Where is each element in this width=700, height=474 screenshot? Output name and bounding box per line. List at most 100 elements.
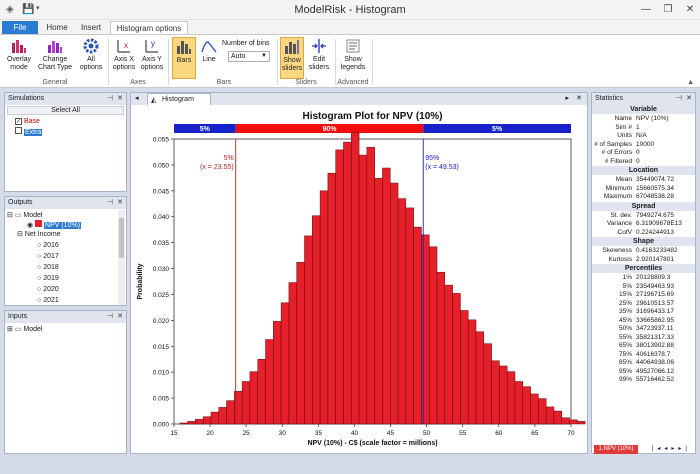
outputs-title: Outputs bbox=[8, 199, 33, 206]
tree-node-year[interactable]: ○ 2021 bbox=[37, 296, 59, 305]
checkbox-unchecked[interactable] bbox=[15, 127, 22, 134]
tree-node-inputs-model[interactable]: ⊞ ▭ Model bbox=[7, 325, 42, 334]
close-icon[interactable]: ✕ bbox=[117, 311, 123, 323]
upper-slider-percent: 95% bbox=[425, 155, 439, 162]
show-legends-button[interactable]: Show legends bbox=[338, 37, 368, 79]
stats-key: Maximum bbox=[603, 193, 632, 200]
close-icon[interactable]: ✕ bbox=[117, 197, 123, 209]
tab-histogram-options[interactable]: Histogram options bbox=[110, 21, 188, 34]
tree-node-year[interactable]: ○ 2020 bbox=[37, 285, 59, 294]
histogram-bar bbox=[382, 167, 391, 425]
histogram-bar bbox=[413, 226, 422, 425]
show-sliders-label: Show sliders bbox=[281, 57, 303, 72]
histogram-bar bbox=[312, 215, 321, 425]
pin-icon[interactable]: ⊣ bbox=[107, 93, 113, 105]
x-tick-label: 50 bbox=[423, 430, 431, 437]
tab-insert[interactable]: Insert bbox=[76, 21, 106, 34]
x-tick-label: 60 bbox=[495, 430, 503, 437]
edit-sliders-button[interactable]: Edit sliders bbox=[306, 37, 332, 79]
statistics-output-tab[interactable]: 1.NPV (10%) bbox=[594, 445, 638, 454]
x-tick-label: 15 bbox=[170, 430, 178, 437]
number-of-bins-value: Auto bbox=[231, 53, 246, 60]
tab-histogram-label: Histogram bbox=[162, 96, 194, 103]
checkbox-checked[interactable]: ✓ bbox=[15, 118, 22, 125]
axis-x-icon: x bbox=[117, 40, 130, 53]
tree-node-year[interactable]: ○ 2016 bbox=[37, 241, 59, 250]
simulation-label: Extra bbox=[23, 129, 43, 136]
group-general-label: General bbox=[42, 79, 68, 86]
close-icon[interactable]: ✕ bbox=[117, 93, 123, 105]
select-all-button[interactable]: Select All bbox=[7, 106, 124, 115]
restore-button[interactable]: ❐ bbox=[656, 2, 680, 17]
line-button[interactable]: Line bbox=[198, 37, 220, 79]
tree-node-net-income[interactable]: ⊟ Net Income bbox=[17, 230, 61, 239]
inputs-panel: Inputs ⊣ ✕ ⊞ ▭ Model bbox=[4, 310, 127, 454]
outputs-panel: Outputs ⊣ ✕ ⊟ ▭ Model ◉ NPV (10%) ⊟ Net … bbox=[4, 196, 127, 306]
lower-slider-percent: 5% bbox=[224, 155, 234, 162]
slider-band-label: 5% bbox=[492, 126, 503, 133]
document-tabstrip: ◂ ◭ Histogram ▸ ✕ bbox=[131, 93, 587, 105]
tab-histogram[interactable]: ◭ Histogram bbox=[147, 93, 211, 105]
histogram-bar bbox=[577, 421, 586, 425]
histogram-bar bbox=[405, 207, 414, 425]
histogram-bar bbox=[273, 321, 282, 425]
histogram-chart[interactable]: Histogram Plot for NPV (10%) 5% 90% 5% 0.000… bbox=[131, 107, 587, 453]
axis-y-options-label: Axis Y options bbox=[140, 56, 164, 71]
histogram-bar bbox=[366, 147, 375, 425]
show-sliders-button[interactable]: Show sliders bbox=[280, 37, 304, 79]
tab-file[interactable]: File bbox=[2, 21, 38, 34]
inputs-title: Inputs bbox=[8, 313, 28, 320]
tree-label: 2016 bbox=[43, 242, 59, 249]
tree-node-npv[interactable]: ◉ NPV (10%) bbox=[27, 220, 82, 230]
histogram-bar bbox=[444, 284, 453, 425]
histogram-bar bbox=[226, 400, 235, 425]
scrollbar-thumb[interactable] bbox=[119, 218, 124, 258]
histogram-bar bbox=[319, 190, 329, 425]
outputs-scrollbar[interactable] bbox=[118, 210, 125, 305]
collapse-ribbon-icon[interactable]: ▲ bbox=[687, 79, 694, 86]
axis-x-options-label: Axis X options bbox=[112, 56, 136, 71]
histogram-bar bbox=[530, 393, 539, 425]
computer-icon: ▭ bbox=[14, 212, 22, 219]
stats-section-header: Spread bbox=[592, 201, 695, 211]
histogram-document: ◂ ◭ Histogram ▸ ✕ Histogram Plot for NPV… bbox=[130, 92, 588, 454]
y-tick-label: 0.015 bbox=[153, 344, 170, 351]
stats-value: 67048538.28 bbox=[636, 193, 674, 200]
close-icon[interactable]: ✕ bbox=[576, 94, 582, 102]
histogram-bar bbox=[257, 358, 266, 425]
pin-icon[interactable]: ⊣ bbox=[676, 93, 682, 105]
number-of-bins-label: Number of bins bbox=[222, 40, 270, 47]
stats-section-header: Location bbox=[592, 166, 695, 175]
minimize-button[interactable]: — bbox=[634, 2, 658, 17]
close-button[interactable]: ✕ bbox=[678, 2, 700, 17]
tree-label: 2019 bbox=[43, 275, 59, 282]
number-of-bins-select[interactable]: Auto ▼ bbox=[228, 51, 270, 62]
histogram-bar bbox=[538, 398, 547, 425]
svg-text:y: y bbox=[151, 39, 155, 48]
close-icon[interactable]: ✕ bbox=[686, 93, 692, 105]
tab-home[interactable]: Home bbox=[42, 21, 72, 34]
pin-icon[interactable]: ⊣ bbox=[107, 311, 113, 323]
tree-node-year[interactable]: ○ 2017 bbox=[37, 252, 59, 261]
scroll-right-icon[interactable]: ▸ bbox=[565, 94, 569, 102]
y-tick-label: 0.025 bbox=[153, 292, 170, 299]
bars-label: Bars bbox=[176, 57, 192, 64]
scroll-left-icon[interactable]: ◂ bbox=[135, 94, 139, 102]
all-options-button[interactable]: All options bbox=[76, 37, 106, 79]
tree-node-model[interactable]: ⊟ ▭ Model bbox=[7, 211, 42, 220]
tree-node-year[interactable]: ○ 2019 bbox=[37, 274, 59, 283]
axis-x-options-button[interactable]: x Axis X options bbox=[111, 37, 137, 79]
group-separator bbox=[277, 39, 278, 85]
tree-node-year[interactable]: ○ 2018 bbox=[37, 263, 59, 272]
bars-button[interactable]: Bars bbox=[172, 37, 196, 79]
pin-icon[interactable]: ⊣ bbox=[107, 197, 113, 209]
simulation-extra[interactable]: Extra bbox=[15, 127, 43, 137]
axis-y-options-button[interactable]: y Axis Y options bbox=[139, 37, 165, 79]
overlay-mode-button[interactable]: Overlay mode bbox=[4, 37, 34, 79]
change-chart-type-button[interactable]: Change Chart Type bbox=[36, 37, 74, 79]
y-tick-label: 0.055 bbox=[153, 137, 170, 144]
y-tick-label: 0.045 bbox=[153, 188, 170, 195]
tab-navigation-icon[interactable]: |◂◂▸▸| bbox=[652, 445, 691, 452]
simulation-base[interactable]: ✓ Base bbox=[15, 117, 40, 126]
histogram-bar bbox=[506, 371, 516, 425]
